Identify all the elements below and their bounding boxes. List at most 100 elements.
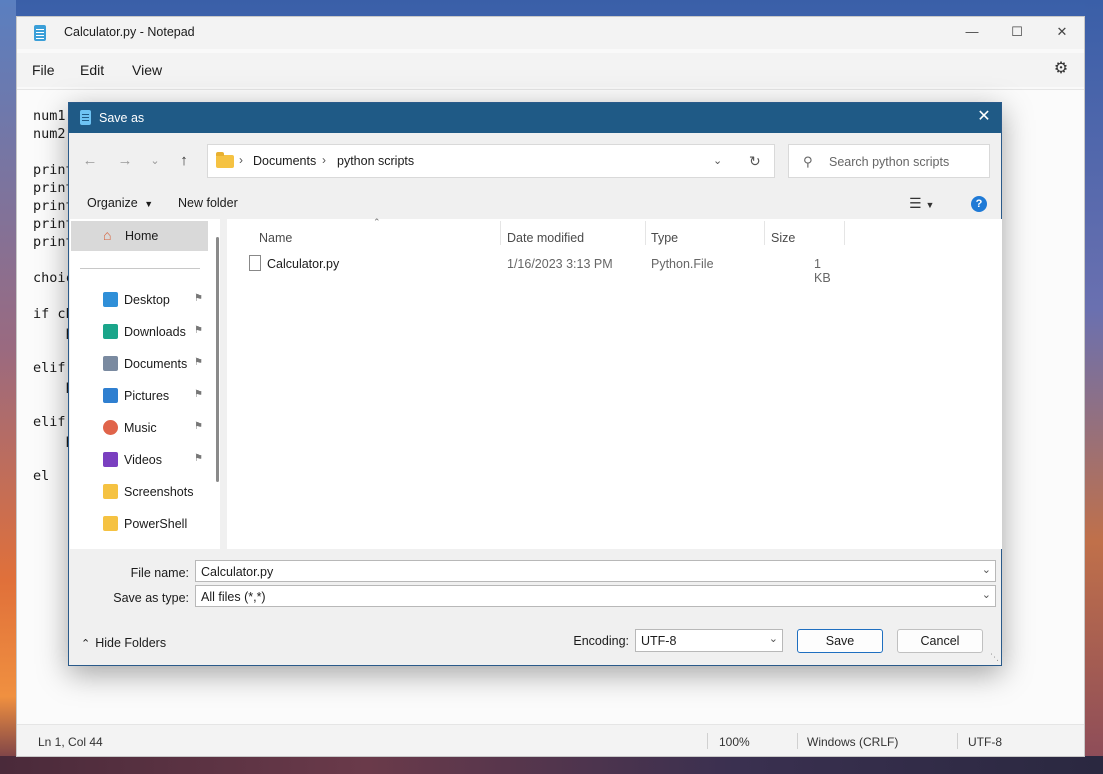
sidebar-item-label: Screenshots <box>124 485 194 499</box>
search-input[interactable]: ⚲ Search python scripts <box>788 144 990 178</box>
dialog-title: Save as <box>99 111 145 125</box>
notepad-menubar <box>17 53 1084 87</box>
pictures-icon <box>103 388 118 403</box>
chevron-down-icon[interactable]: ⌄ <box>982 563 991 576</box>
save-button[interactable]: Save <box>797 629 883 653</box>
folder-icon <box>216 152 234 168</box>
pin-icon: ⚑ <box>194 325 203 336</box>
notepad-icon <box>80 110 91 125</box>
sidebar-item-music[interactable]: Music ⚑ <box>70 413 210 443</box>
hide-folders-button[interactable]: ⌃ Hide Folders <box>81 636 166 650</box>
breadcrumb-python-scripts[interactable]: python scripts <box>337 154 414 168</box>
breadcrumb-documents[interactable]: Documents <box>253 154 316 168</box>
column-size[interactable]: Size <box>771 231 795 245</box>
menu-view[interactable]: View <box>132 62 162 78</box>
navigation-pane: ⌂ Home Desktop ⚑ Downloads ⚑ Documents ⚑ Pictu… <box>70 219 220 549</box>
sidebar-item-label: Desktop <box>124 293 170 307</box>
code-line: elif <box>33 414 66 430</box>
code-line: num1 <box>33 108 66 124</box>
divider <box>80 268 200 269</box>
save-as-type-select[interactable]: All files (*,*) ⌄ <box>195 585 996 607</box>
sidebar-item-label: PowerShell <box>124 517 188 531</box>
sidebar-item-label: Documents <box>124 357 188 371</box>
home-icon: ⌂ <box>103 227 112 243</box>
sidebar-item-label: Downloads <box>124 325 186 339</box>
code-line: el <box>33 468 50 484</box>
view-options-icon[interactable]: ☰ ▼ <box>909 195 934 212</box>
sidebar-item-desktop[interactable]: Desktop ⚑ <box>70 285 210 315</box>
sidebar-item-pictures[interactable]: Pictures ⚑ <box>70 381 210 411</box>
back-arrow-icon[interactable]: ← <box>80 151 100 171</box>
encoding-select[interactable]: UTF-8 ⌄ <box>635 629 783 652</box>
breadcrumb-separator-icon: › <box>322 153 326 167</box>
save-as-type-value: All files (*,*) <box>201 590 266 604</box>
notepad-app-icon <box>34 25 46 41</box>
desktop-wallpaper-bottom <box>0 756 1103 774</box>
recent-locations-chevron-icon[interactable]: ⌄ <box>145 151 165 171</box>
file-size: 1 KB <box>814 257 831 285</box>
help-icon[interactable]: ? <box>971 196 987 212</box>
file-list: ⌃ Name Date modified Type Size Calculato… <box>227 217 1002 549</box>
scrollbar[interactable] <box>216 237 219 482</box>
desktop-wallpaper-left <box>0 0 16 774</box>
organize-button[interactable]: Organize ▼ <box>87 196 153 210</box>
folder-icon <box>103 516 118 531</box>
address-bar[interactable]: › Documents › python scripts ⌄ ↻ <box>207 144 775 178</box>
search-icon: ⚲ <box>803 154 813 169</box>
minimize-icon[interactable]: — <box>949 17 995 49</box>
chevron-down-icon: ⌄ <box>768 633 778 645</box>
chevron-down-icon: ▼ <box>144 199 154 209</box>
maximize-icon[interactable]: ☐ <box>994 17 1040 49</box>
encoding-label: Encoding: <box>573 634 629 648</box>
menu-edit[interactable]: Edit <box>80 62 104 78</box>
menu-file[interactable]: File <box>32 62 55 78</box>
cancel-button[interactable]: Cancel <box>897 629 983 653</box>
column-date-modified[interactable]: Date modified <box>507 231 584 245</box>
close-icon[interactable]: ✕ <box>975 108 993 126</box>
up-arrow-icon[interactable]: ↑ <box>174 151 194 171</box>
close-icon[interactable]: ✕ <box>1039 17 1085 49</box>
pin-icon: ⚑ <box>194 421 203 432</box>
file-date: 1/16/2023 3:13 PM <box>507 257 613 271</box>
videos-icon <box>103 452 118 467</box>
column-type[interactable]: Type <box>651 231 678 245</box>
save-as-type-label: Save as type: <box>113 591 189 605</box>
zoom-level: 100% <box>719 735 750 749</box>
desktop-icon <box>103 292 118 307</box>
pin-icon: ⚑ <box>194 293 203 304</box>
sidebar-item-documents[interactable]: Documents ⚑ <box>70 349 210 379</box>
file-type: Python.File <box>651 257 714 271</box>
chevron-down-icon[interactable]: ⌄ <box>713 154 722 167</box>
breadcrumb-separator-icon: › <box>239 153 243 167</box>
notepad-titlebar: Calculator.py - Notepad — ☐ ✕ <box>17 17 1084 49</box>
folder-icon <box>103 484 118 499</box>
sidebar-item-powershell[interactable]: PowerShell <box>70 509 210 539</box>
forward-arrow-icon[interactable]: → <box>115 151 135 171</box>
sidebar-item-screenshots[interactable]: Screenshots <box>70 477 210 507</box>
search-placeholder: Search python scripts <box>829 155 950 169</box>
sidebar-item-label: Pictures <box>124 389 170 403</box>
code-line: elif <box>33 360 66 376</box>
pin-icon: ⚑ <box>194 357 203 368</box>
sidebar-item-downloads[interactable]: Downloads ⚑ <box>70 317 210 347</box>
file-name-value: Calculator.py <box>201 565 274 579</box>
file-name-field[interactable]: Calculator.py ⌄ <box>195 560 996 582</box>
new-folder-button[interactable]: New folder <box>178 196 238 210</box>
file-icon <box>249 255 261 271</box>
chevron-up-icon: ⌃ <box>81 638 91 650</box>
resize-grip-icon[interactable]: ⋱ <box>990 652 999 663</box>
table-row[interactable]: Calculator.py 1/16/2023 3:13 PM Python.F… <box>241 253 841 285</box>
sidebar-item-videos[interactable]: Videos ⚑ <box>70 445 210 475</box>
chevron-down-icon[interactable]: ⌄ <box>982 588 991 601</box>
code-line: num2 <box>33 126 66 142</box>
desktop-wallpaper-right <box>1085 0 1103 774</box>
gear-icon[interactable]: ⚙ <box>1052 60 1070 78</box>
download-icon <box>103 324 118 339</box>
column-name[interactable]: Name <box>259 231 292 245</box>
pin-icon: ⚑ <box>194 389 203 400</box>
hide-folders-label: Hide Folders <box>95 636 167 650</box>
document-icon <box>103 356 118 371</box>
file-name-label: File name: <box>130 566 189 580</box>
refresh-icon[interactable]: ↻ <box>749 153 761 170</box>
sidebar-item-home[interactable]: ⌂ Home <box>71 221 208 251</box>
